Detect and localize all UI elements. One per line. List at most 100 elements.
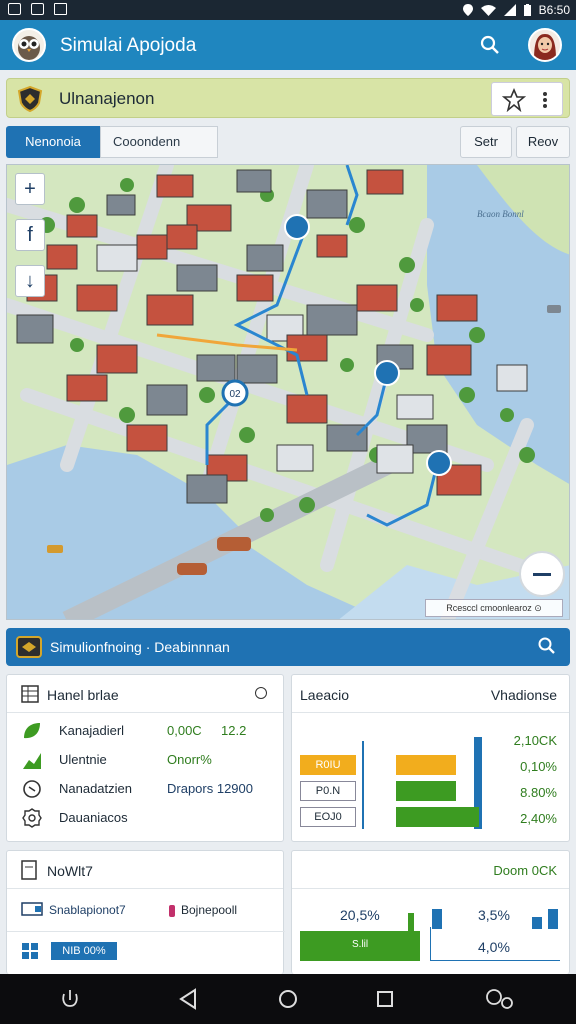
list-item: Dauaniacos: [7, 804, 285, 832]
search-icon[interactable]: [538, 637, 556, 660]
map-canvas[interactable]: 02 Bcaon Bonnl: [7, 165, 570, 620]
bar-label: EOJ0: [300, 807, 356, 827]
list-item[interactable]: Snablapionot7 Bojnepooll: [7, 897, 285, 925]
row-label: Ulentnie: [59, 752, 107, 767]
search-icon[interactable]: [480, 35, 500, 60]
home-icon[interactable]: [277, 988, 299, 1015]
map-attribution: Rcesccl cmoonlearoz ⊙: [425, 599, 563, 617]
status-bar: B6:50: [0, 0, 576, 20]
bar: [396, 807, 479, 827]
locate-button[interactable]: ↓: [15, 265, 45, 297]
bar: [432, 909, 442, 929]
item-label: Bojnepooll: [181, 903, 238, 917]
notification-icon: [31, 3, 44, 15]
accessibility-icon[interactable]: [484, 987, 514, 1016]
table-icon: [21, 685, 39, 708]
bar-label: S.lil: [352, 939, 369, 950]
battery-icon: [523, 4, 531, 16]
top-percentage: 2,10CK: [513, 733, 557, 748]
signal-icon: [503, 4, 516, 16]
row-value: 0,00C: [167, 723, 202, 738]
bottom-percentage: 4,0%: [478, 939, 510, 955]
assistant-icon[interactable]: [60, 988, 80, 1015]
card-header: Laeacio Vhadionse: [292, 675, 569, 713]
bar-spike: [408, 913, 414, 933]
bar-percentage: 0,10%: [520, 759, 557, 774]
app-bar: Simulai Apojoda: [0, 20, 576, 70]
settings-face-icon: [21, 807, 43, 832]
banner-actions: [491, 82, 563, 116]
scenario-banner: Ulnanajenon: [6, 78, 570, 118]
map-star-icon[interactable]: [501, 87, 527, 117]
reset-button[interactable]: Reov: [516, 126, 570, 158]
row-label: Dauaniacos: [59, 810, 128, 825]
status-badge: NIB 00%: [51, 942, 117, 960]
row-value-2: 12.2: [221, 723, 247, 738]
bar-label: R0IU: [300, 755, 356, 775]
bar: [396, 755, 456, 775]
list-item: Nanadatzien Drapors 12900: [7, 775, 285, 803]
user-avatar-icon[interactable]: [528, 28, 562, 62]
map-pin[interactable]: [374, 360, 400, 386]
layers-button[interactable]: f: [15, 219, 45, 251]
metrics-card: Laeacio Vhadionse 2,10CK R0IU P0.N EOJ0 …: [291, 674, 570, 842]
recents-icon[interactable]: [375, 989, 395, 1014]
right-percentage: 3,5%: [478, 907, 510, 923]
water-label: Bcaon Bonnl: [477, 209, 524, 219]
message-icon: [54, 3, 67, 15]
leaf-icon: [21, 720, 43, 745]
item-label: Snablapionot7: [49, 903, 126, 917]
chart-up-icon: [21, 749, 43, 774]
tab-active[interactable]: Nenonoia: [6, 126, 100, 158]
more-vert-icon[interactable]: [542, 90, 548, 115]
toolbar-tabs: Nenonoia Cooondenn alicst: Setr Reov: [6, 126, 570, 179]
city-map[interactable]: 02 Bcaon Bonnl + f ↓ Rcesccl cmoonlearoz…: [6, 164, 570, 620]
card-header: Doom 0CK: [292, 851, 569, 889]
shield-icon: [17, 85, 43, 117]
list-item: NIB 00%: [7, 931, 285, 967]
map-pin[interactable]: [284, 214, 310, 240]
notes-card: NoWlt7 Snablapionot7 Bojnepooll NIB 00%: [6, 850, 285, 974]
card-header: Hanel brlae: [7, 675, 283, 713]
card-title-right: Vhadionse: [490, 687, 557, 703]
map-pin[interactable]: [426, 450, 452, 476]
zoom-out-button[interactable]: [519, 551, 565, 597]
zoom-in-button[interactable]: +: [15, 173, 45, 205]
coordinate-field[interactable]: Cooondenn alicst:: [100, 126, 218, 179]
app-title: Simulai Apojoda: [60, 35, 197, 56]
summary-card: Doom 0CK 20,5% 3,5% S.lil 4,0%: [291, 850, 570, 974]
row-value: Drapors 12900: [167, 781, 253, 796]
axis-line: [362, 741, 364, 829]
system-nav-bar: [0, 974, 576, 1024]
clock: B6:50: [538, 3, 570, 17]
document-icon: [21, 860, 37, 885]
bar-percentage: 8.80%: [520, 785, 557, 800]
banner-title: Ulnanajenon: [59, 89, 155, 108]
bar-percentage: 2,40%: [520, 811, 557, 826]
left-percentage: 20,5%: [340, 907, 380, 923]
row-label: Kanajadierl: [59, 723, 125, 738]
simulation-title: Simulionfnoing · Deabinnnan: [50, 639, 230, 655]
owl-avatar-icon[interactable]: [12, 28, 46, 62]
card-title: Hanel brlae: [47, 687, 119, 703]
back-icon[interactable]: [178, 988, 198, 1015]
set-button[interactable]: Setr: [460, 126, 512, 158]
bar: [396, 781, 456, 801]
bar-chart-left: S.lil: [300, 931, 420, 961]
bar: [548, 909, 558, 929]
list-item: Ulentnie Onorr%: [7, 746, 285, 774]
bar-label: P0.N: [300, 781, 356, 801]
server-icon: [21, 901, 43, 920]
grid-icon: [21, 942, 39, 965]
card-title: NoWlt7: [47, 863, 93, 879]
list-item: Kanajadierl 0,00C 12.2: [7, 717, 285, 745]
warning-icon: [21, 778, 43, 803]
status-dot-icon: [169, 905, 175, 917]
map-pin-label: 02: [229, 389, 241, 400]
simulation-header: Simulionfnoing · Deabinnnan: [6, 628, 570, 666]
card-title: Laeacio: [300, 687, 350, 703]
row-value: Onorr%: [167, 752, 212, 767]
radio-icon[interactable]: [255, 687, 267, 699]
stats-card: Hanel brlae Kanajadierl 0,00C 12.2 Ulent…: [6, 674, 284, 842]
location-icon: [462, 4, 473, 16]
